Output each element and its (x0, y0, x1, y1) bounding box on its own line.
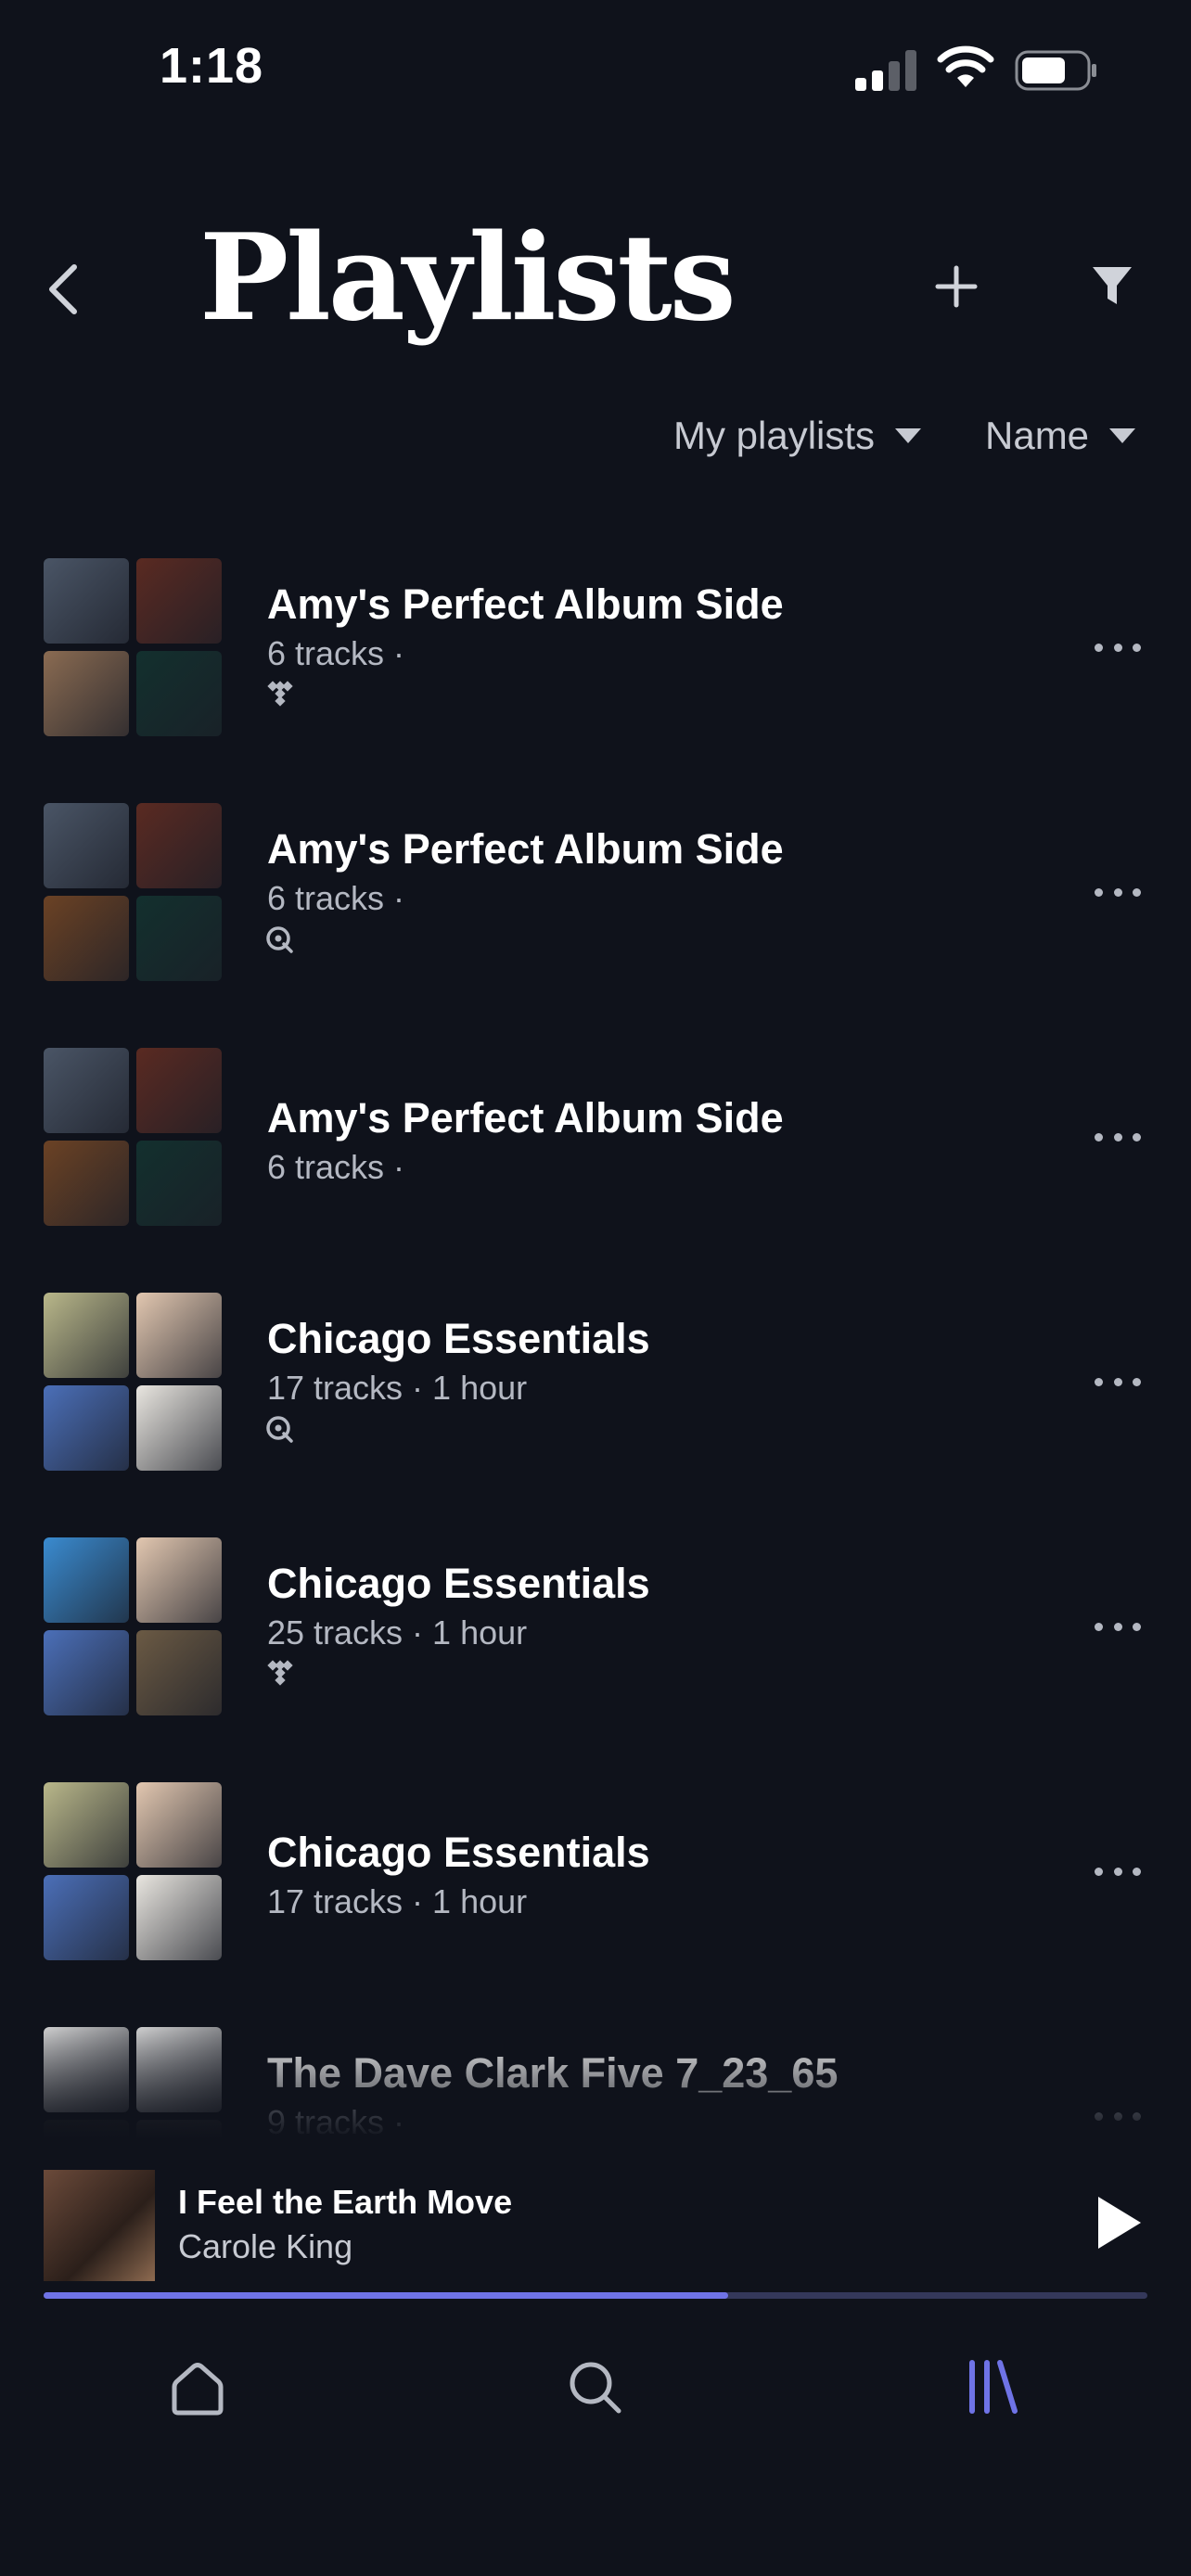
album-cover-thumbnail (44, 1293, 129, 1378)
now-playing-title: I Feel the Earth Move (178, 2183, 513, 2221)
wifi-icon (937, 45, 994, 87)
sort-dropdown[interactable]: Name (985, 408, 1136, 464)
playlist-row[interactable]: Amy's Perfect Album Side 6 tracks · (0, 764, 1191, 981)
playlist-meta: 25 tracks · 1 hour (267, 1613, 528, 1651)
status-time: 1:18 (160, 38, 264, 94)
playlist-name: Amy's Perfect Album Side (267, 1094, 784, 1141)
album-cover-thumbnail (136, 1630, 222, 1715)
playlist-row[interactable]: Chicago Essentials 17 tracks · 1 hour (0, 1254, 1191, 1471)
album-cover-thumbnail (136, 1782, 222, 1868)
album-cover-thumbnail (136, 651, 222, 736)
album-cover-thumbnail (44, 1782, 129, 1868)
playlist-name: Chicago Essentials (267, 1315, 650, 1362)
album-cover-thumbnail (44, 651, 129, 736)
library-tab-icon[interactable] (959, 2355, 1024, 2420)
playlist-meta: 6 tracks · (267, 879, 405, 917)
playlist-row[interactable]: Amy's Perfect Album Side 6 tracks · (0, 1009, 1191, 1226)
tab-bar (0, 2337, 1191, 2576)
album-cover-thumbnail (44, 1630, 129, 1715)
owner-filter-label: My playlists (673, 414, 876, 457)
playlist-name: Chicago Essentials (267, 1829, 650, 1876)
back-button[interactable] (41, 260, 87, 319)
qobuz-icon (266, 1416, 293, 1443)
album-cover-thumbnail (44, 896, 129, 981)
album-cover-thumbnail (44, 1048, 129, 1133)
play-button[interactable] (1095, 2194, 1145, 2251)
cellular-signal-icon (855, 50, 918, 91)
search-tab-icon[interactable] (563, 2355, 628, 2420)
playlist-meta: 6 tracks · (267, 634, 405, 672)
album-cover-thumbnail (136, 1875, 222, 1960)
playlist-row[interactable]: Chicago Essentials 17 tracks · 1 hour (0, 1743, 1191, 1960)
playlist-cover-mosaic (44, 558, 224, 738)
list-fade-overlay (0, 2021, 1191, 2161)
album-cover-thumbnail (136, 1293, 222, 1378)
more-options-icon[interactable] (1095, 638, 1141, 657)
playlist-cover-mosaic (44, 803, 224, 983)
album-cover-thumbnail (136, 558, 222, 644)
playlist-cover-mosaic (44, 1782, 224, 1962)
playlist-row[interactable]: Chicago Essentials 25 tracks · 1 hour (0, 1498, 1191, 1715)
album-cover-thumbnail (44, 1141, 129, 1226)
playlist-cover-mosaic (44, 1048, 224, 1228)
chevron-down-icon (1109, 428, 1136, 443)
album-cover-thumbnail (136, 1537, 222, 1623)
album-cover-thumbnail (44, 803, 129, 888)
more-options-icon[interactable] (1095, 1617, 1141, 1636)
more-options-icon[interactable] (1095, 883, 1141, 901)
playback-progress-bar[interactable] (44, 2292, 1147, 2299)
sort-label: Name (985, 414, 1090, 457)
album-cover-thumbnail (136, 896, 222, 981)
album-cover-thumbnail (136, 1048, 222, 1133)
now-playing-artwork (44, 2170, 155, 2281)
playlist-name: Amy's Perfect Album Side (267, 825, 784, 873)
playlist-meta: 17 tracks · 1 hour (267, 1369, 528, 1407)
playlist-name: Amy's Perfect Album Side (267, 580, 784, 628)
battery-icon (1015, 50, 1096, 91)
album-cover-thumbnail (136, 803, 222, 888)
album-cover-thumbnail (44, 558, 129, 644)
tidal-icon (267, 681, 293, 707)
qobuz-icon (266, 926, 293, 953)
playback-progress-fill (44, 2292, 728, 2299)
album-cover-thumbnail (136, 1385, 222, 1471)
tidal-icon (267, 1660, 293, 1686)
more-options-icon[interactable] (1095, 1372, 1141, 1391)
status-bar: 1:18 (0, 0, 1191, 139)
more-options-icon[interactable] (1095, 1862, 1141, 1881)
playlist-meta: 6 tracks · (267, 1148, 405, 1186)
playlist-cover-mosaic (44, 1293, 224, 1473)
add-playlist-button[interactable] (933, 263, 980, 310)
now-playing-artist: Carole King (178, 2227, 353, 2265)
playlist-name: Chicago Essentials (267, 1560, 650, 1607)
playlist-row[interactable]: Amy's Perfect Album Side 6 tracks · (0, 519, 1191, 736)
home-tab-icon[interactable] (165, 2355, 230, 2420)
filter-button[interactable] (1091, 263, 1133, 310)
mini-player[interactable]: I Feel the Earth Move Carole King (0, 2161, 1191, 2300)
album-cover-thumbnail (136, 1141, 222, 1226)
playlist-cover-mosaic (44, 1537, 224, 1717)
album-cover-thumbnail (44, 1385, 129, 1471)
playlist-list[interactable]: Amy's Perfect Album Side 6 tracks · Amy's … (0, 519, 1191, 2161)
album-cover-thumbnail (44, 1537, 129, 1623)
page-title: Playlists (199, 209, 736, 348)
album-cover-thumbnail (44, 1875, 129, 1960)
owner-filter-dropdown[interactable]: My playlists (673, 408, 922, 464)
chevron-down-icon (895, 428, 922, 443)
more-options-icon[interactable] (1095, 1128, 1141, 1146)
playlist-meta: 17 tracks · 1 hour (267, 1882, 528, 1920)
